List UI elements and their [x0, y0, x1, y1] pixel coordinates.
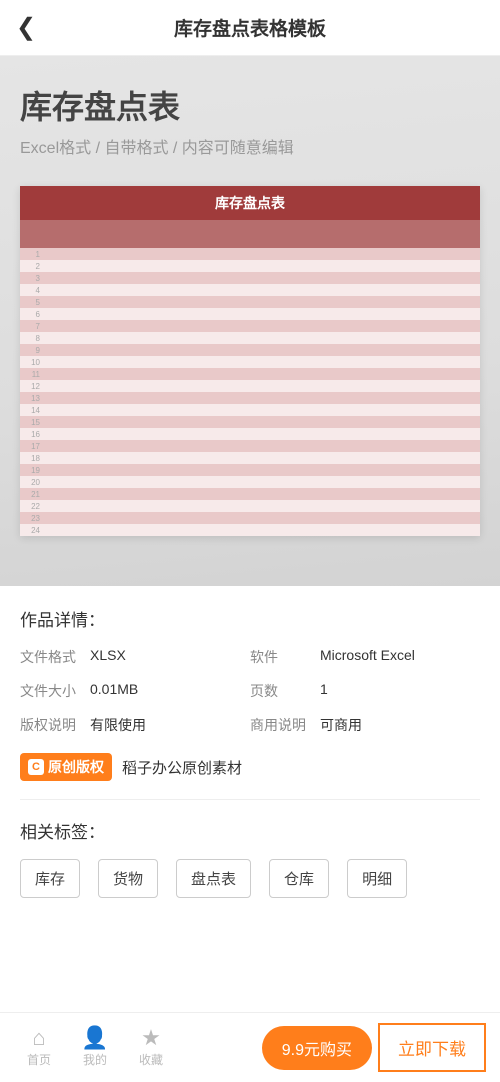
page-title: 库存盘点表格模板 [40, 14, 460, 41]
details-section: 作品详情： 文件格式 XLSX 软件 Microsoft Excel 文件大小 … [0, 586, 500, 908]
row-number: 10 [20, 358, 44, 367]
back-icon[interactable]: ❮ [16, 13, 40, 42]
row-number: 20 [20, 478, 44, 487]
sheet-row: 8 [20, 332, 480, 344]
row-number: 5 [20, 298, 44, 307]
original-source-text: 稻子办公原创素材 [122, 757, 242, 778]
sheet-row: 6 [20, 308, 480, 320]
copyright-c-icon: C [28, 759, 44, 775]
sheet-header-row [20, 220, 480, 248]
bottom-bar: ⌂ 首页 👤 我的 ★ 收藏 9.9元购买 立即下载 [0, 1012, 500, 1082]
nav-fav-label: 收藏 [139, 1051, 163, 1068]
value-commercial: 可商用 [320, 715, 480, 735]
value-pages: 1 [320, 681, 480, 701]
sheet-row: 11 [20, 368, 480, 380]
tags-heading: 相关标签： [20, 818, 480, 843]
user-icon: 👤 [81, 1027, 108, 1049]
divider [20, 799, 480, 800]
row-number: 12 [20, 382, 44, 391]
original-badge-text: 原创版权 [48, 757, 104, 777]
original-badge: C 原创版权 [20, 753, 112, 781]
value-format: XLSX [90, 647, 250, 667]
template-preview: 库存盘点表 Excel格式 / 自带格式 / 内容可随意编辑 库存盘点表 123… [0, 56, 500, 586]
nav-mine[interactable]: 👤 我的 [70, 1027, 120, 1068]
preview-title: 库存盘点表 [20, 82, 480, 128]
row-number: 19 [20, 466, 44, 475]
tags-list: 库存货物盘点表仓库明细 [20, 859, 480, 898]
row-number: 22 [20, 502, 44, 511]
label-pages: 页数 [250, 681, 320, 701]
sheet-row: 3 [20, 272, 480, 284]
row-number: 4 [20, 286, 44, 295]
home-icon: ⌂ [32, 1027, 45, 1049]
row-number: 18 [20, 454, 44, 463]
sheet-row: 16 [20, 428, 480, 440]
sheet-row: 1 [20, 248, 480, 260]
nav-home-label: 首页 [27, 1051, 51, 1068]
row-number: 13 [20, 394, 44, 403]
sheet-row: 15 [20, 416, 480, 428]
buy-button[interactable]: 9.9元购买 [262, 1026, 372, 1070]
tag-明细[interactable]: 明细 [347, 859, 407, 898]
nav-mine-label: 我的 [83, 1051, 107, 1068]
row-number: 2 [20, 262, 44, 271]
header: ❮ 库存盘点表格模板 [0, 0, 500, 56]
details-grid: 文件格式 XLSX 软件 Microsoft Excel 文件大小 0.01MB… [20, 647, 480, 735]
row-number: 23 [20, 514, 44, 523]
sheet-row: 4 [20, 284, 480, 296]
row-number: 17 [20, 442, 44, 451]
row-number: 1 [20, 250, 44, 259]
tag-货物[interactable]: 货物 [98, 859, 158, 898]
sheet-title: 库存盘点表 [20, 186, 480, 220]
tag-库存[interactable]: 库存 [20, 859, 80, 898]
sheet-row: 5 [20, 296, 480, 308]
star-icon: ★ [141, 1027, 161, 1049]
label-software: 软件 [250, 647, 320, 667]
sheet-row: 14 [20, 404, 480, 416]
sheet-row: 23 [20, 512, 480, 524]
label-copyright: 版权说明 [20, 715, 90, 735]
nav-fav[interactable]: ★ 收藏 [126, 1027, 176, 1068]
value-size: 0.01MB [90, 681, 250, 701]
sheet-row: 7 [20, 320, 480, 332]
row-number: 3 [20, 274, 44, 283]
details-heading: 作品详情： [20, 606, 480, 631]
sheet-row: 12 [20, 380, 480, 392]
preview-subtitle: Excel格式 / 自带格式 / 内容可随意编辑 [20, 134, 480, 158]
sheet-row: 10 [20, 356, 480, 368]
value-copyright: 有限使用 [90, 715, 250, 735]
row-number: 6 [20, 310, 44, 319]
label-format: 文件格式 [20, 647, 90, 667]
sheet-row: 13 [20, 392, 480, 404]
row-number: 24 [20, 526, 44, 535]
original-row: C 原创版权 稻子办公原创素材 [20, 753, 480, 781]
sheet-row: 19 [20, 464, 480, 476]
row-number: 8 [20, 334, 44, 343]
sheet-row: 2 [20, 260, 480, 272]
row-number: 11 [20, 370, 44, 379]
value-software: Microsoft Excel [320, 647, 480, 667]
download-button[interactable]: 立即下载 [378, 1023, 486, 1072]
sheet-row: 17 [20, 440, 480, 452]
sheet-row: 20 [20, 476, 480, 488]
row-number: 21 [20, 490, 44, 499]
tag-盘点表[interactable]: 盘点表 [176, 859, 251, 898]
sheet-body: 123456789101112131415161718192021222324 [20, 248, 480, 536]
row-number: 7 [20, 322, 44, 331]
row-number: 9 [20, 346, 44, 355]
row-number: 15 [20, 418, 44, 427]
sheet-row: 22 [20, 500, 480, 512]
row-number: 16 [20, 430, 44, 439]
row-number: 14 [20, 406, 44, 415]
label-commercial: 商用说明 [250, 715, 320, 735]
label-size: 文件大小 [20, 681, 90, 701]
nav-home[interactable]: ⌂ 首页 [14, 1027, 64, 1068]
sheet-row: 9 [20, 344, 480, 356]
sheet-row: 21 [20, 488, 480, 500]
tag-仓库[interactable]: 仓库 [269, 859, 329, 898]
spreadsheet-preview: 库存盘点表 1234567891011121314151617181920212… [20, 186, 480, 536]
sheet-row: 24 [20, 524, 480, 536]
sheet-row: 18 [20, 452, 480, 464]
